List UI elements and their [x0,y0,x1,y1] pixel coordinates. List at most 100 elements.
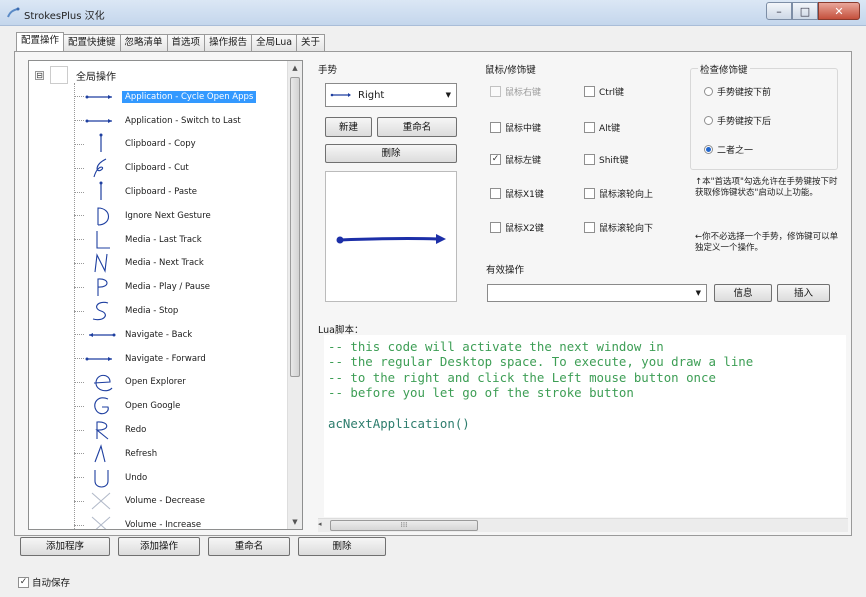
collapse-icon[interactable]: ⊟ [35,70,44,80]
autosave-checkbox[interactable]: ✓ [18,576,29,588]
x2-button-checkbox[interactable] [490,222,501,233]
tree-item[interactable]: Navigate - Forward [74,347,289,371]
ctrl-checkbox[interactable] [584,86,595,97]
tree-item[interactable]: Open Google [74,394,289,418]
ctrl-option[interactable]: Ctrl键 [584,85,624,98]
tab-global-lua[interactable]: 全局Lua [251,34,298,51]
middle-button-checkbox[interactable] [490,122,501,133]
tree-item[interactable]: Media - Next Track [74,252,289,276]
valid-action-select[interactable]: ▼ [487,284,707,302]
x1-button-option[interactable]: 鼠标X1键 [490,187,544,200]
action-tree[interactable]: ⊟ 全局操作 Application - Cycle Open Apps App… [28,60,303,530]
arrow-down-gesture-icon [99,181,103,201]
right-button-checkbox [490,86,501,97]
info-button[interactable]: 信息 [714,284,772,302]
lua-script-editor[interactable]: -- this code will activate the next wind… [324,335,846,517]
insert-button[interactable]: 插入 [777,284,830,302]
tree-item[interactable]: Application - Switch to Last [74,109,289,133]
delete-gesture-button[interactable]: 删除 [325,144,457,163]
check-after-label: 手势键按下后 [717,117,772,127]
check-before-radio[interactable] [704,87,713,96]
middle-button-option[interactable]: 鼠标中键 [490,121,541,134]
tab-ignore-list[interactable]: 忽略清单 [119,34,168,51]
tree-scrollbar[interactable]: ▲ ▼ [287,61,302,529]
gesture-select[interactable]: Right ▼ [325,83,457,107]
tree-item[interactable]: Media - Last Track [74,228,289,252]
left-button-label: 鼠标左键 [505,156,542,166]
global-folder-icon [50,66,68,84]
autosave-option[interactable]: ✓ 自动保存 [18,575,70,589]
tree-item[interactable]: Undo [74,466,289,490]
x-gesture-icon [91,493,111,510]
tab-preferences[interactable]: 首选项 [166,34,206,51]
tree-item[interactable]: Media - Play / Pause [74,275,289,299]
tree-item[interactable]: Ignore Next Gesture [74,204,289,228]
add-action-button[interactable]: 添加操作 [118,537,200,556]
tree-item-label: Open Google [125,401,181,412]
tree-item[interactable]: Refresh [74,442,289,466]
scroll-left-icon[interactable]: ◂ [318,520,328,528]
left-button-option[interactable]: ✓ 鼠标左键 [490,153,541,166]
right-button-option: 鼠标右键 [490,85,541,98]
valid-action-label: 有效操作 [486,265,525,276]
tree-item[interactable]: Open Explorer [74,371,289,395]
editor-hscrollbar[interactable]: ◂ ⁞⁞⁞ [318,518,848,532]
check-either-option[interactable]: 二者之一 [704,143,753,156]
middle-button-label: 鼠标中键 [505,124,542,134]
maximize-button[interactable]: □ [792,2,818,20]
s-gesture-icon [92,301,109,321]
tab-action-report[interactable]: 操作报告 [204,34,253,51]
scroll-down-icon[interactable]: ▼ [288,515,302,529]
x2-button-option[interactable]: 鼠标X2键 [490,221,544,234]
check-after-option[interactable]: 手势键按下后 [704,114,771,127]
shift-checkbox[interactable] [584,154,595,165]
tree-item[interactable]: Volume - Increase [74,513,289,529]
add-program-button[interactable]: 添加程序 [20,537,110,556]
tree-item[interactable]: Clipboard - Cut [74,156,289,180]
check-modifier-label: 检查修饰键 [698,62,750,76]
alt-option[interactable]: Alt键 [584,121,620,134]
u-gesture-icon [94,469,109,488]
tab-strip: 配置操作 配置快捷键 忽略清单 首选项 操作报告 全局Lua 关于 [16,32,326,52]
tree-scroll-thumb[interactable] [290,77,300,377]
strokesplus-app-icon [7,7,20,18]
tree-item[interactable]: Redo [74,418,289,442]
scroll-up-icon[interactable]: ▲ [288,61,302,75]
rename-gesture-button[interactable]: 重命名 [377,117,457,137]
close-button[interactable]: ✕ [818,2,860,20]
check-either-radio[interactable] [704,145,713,154]
delete-action-button[interactable]: 删除 [298,537,386,556]
tab-configure-actions[interactable]: 配置操作 [16,32,65,51]
l-gesture-icon [96,230,110,249]
new-gesture-button[interactable]: 新建 [325,117,372,137]
tree-root-row[interactable]: ⊟ 全局操作 [35,65,116,85]
tree-item[interactable]: Navigate - Back [74,323,289,347]
wheel-down-option[interactable]: 鼠标滚轮向下 [584,221,653,234]
check-before-option[interactable]: 手势键按下前 [704,85,771,98]
alt-checkbox[interactable] [584,122,595,133]
wheel-up-checkbox[interactable] [584,188,595,199]
wheel-down-checkbox[interactable] [584,222,595,233]
tree-item[interactable]: Media - Stop [74,299,289,323]
gesture-preview [325,171,457,302]
tab-about[interactable]: 关于 [296,34,326,51]
minimize-button[interactable]: – [766,2,792,20]
tree-item[interactable]: Volume - Decrease [74,490,289,514]
rename-action-button[interactable]: 重命名 [208,537,290,556]
x1-button-checkbox[interactable] [490,188,501,199]
tree-root-label: 全局操作 [76,71,116,83]
code-comment-line: -- before you let go of the stroke butto… [328,385,634,401]
shift-option[interactable]: Shift键 [584,153,628,166]
editor-hscroll-thumb[interactable]: ⁞⁞⁞ [330,520,478,531]
arrow-left-gesture-icon [89,332,116,337]
title-bar[interactable] [0,0,866,26]
check-after-radio[interactable] [704,116,713,125]
triangle-gesture-icon [94,443,106,463]
wheel-up-option[interactable]: 鼠标滚轮向上 [584,187,653,200]
tree-item[interactable]: Clipboard - Copy [74,133,289,157]
tree-item-label: Redo [125,425,147,436]
tab-configure-hotkeys[interactable]: 配置快捷键 [63,34,121,51]
tree-item[interactable]: Clipboard - Paste [74,180,289,204]
left-button-checkbox[interactable]: ✓ [490,154,501,165]
tree-item[interactable]: Application - Cycle Open Apps [74,85,289,109]
